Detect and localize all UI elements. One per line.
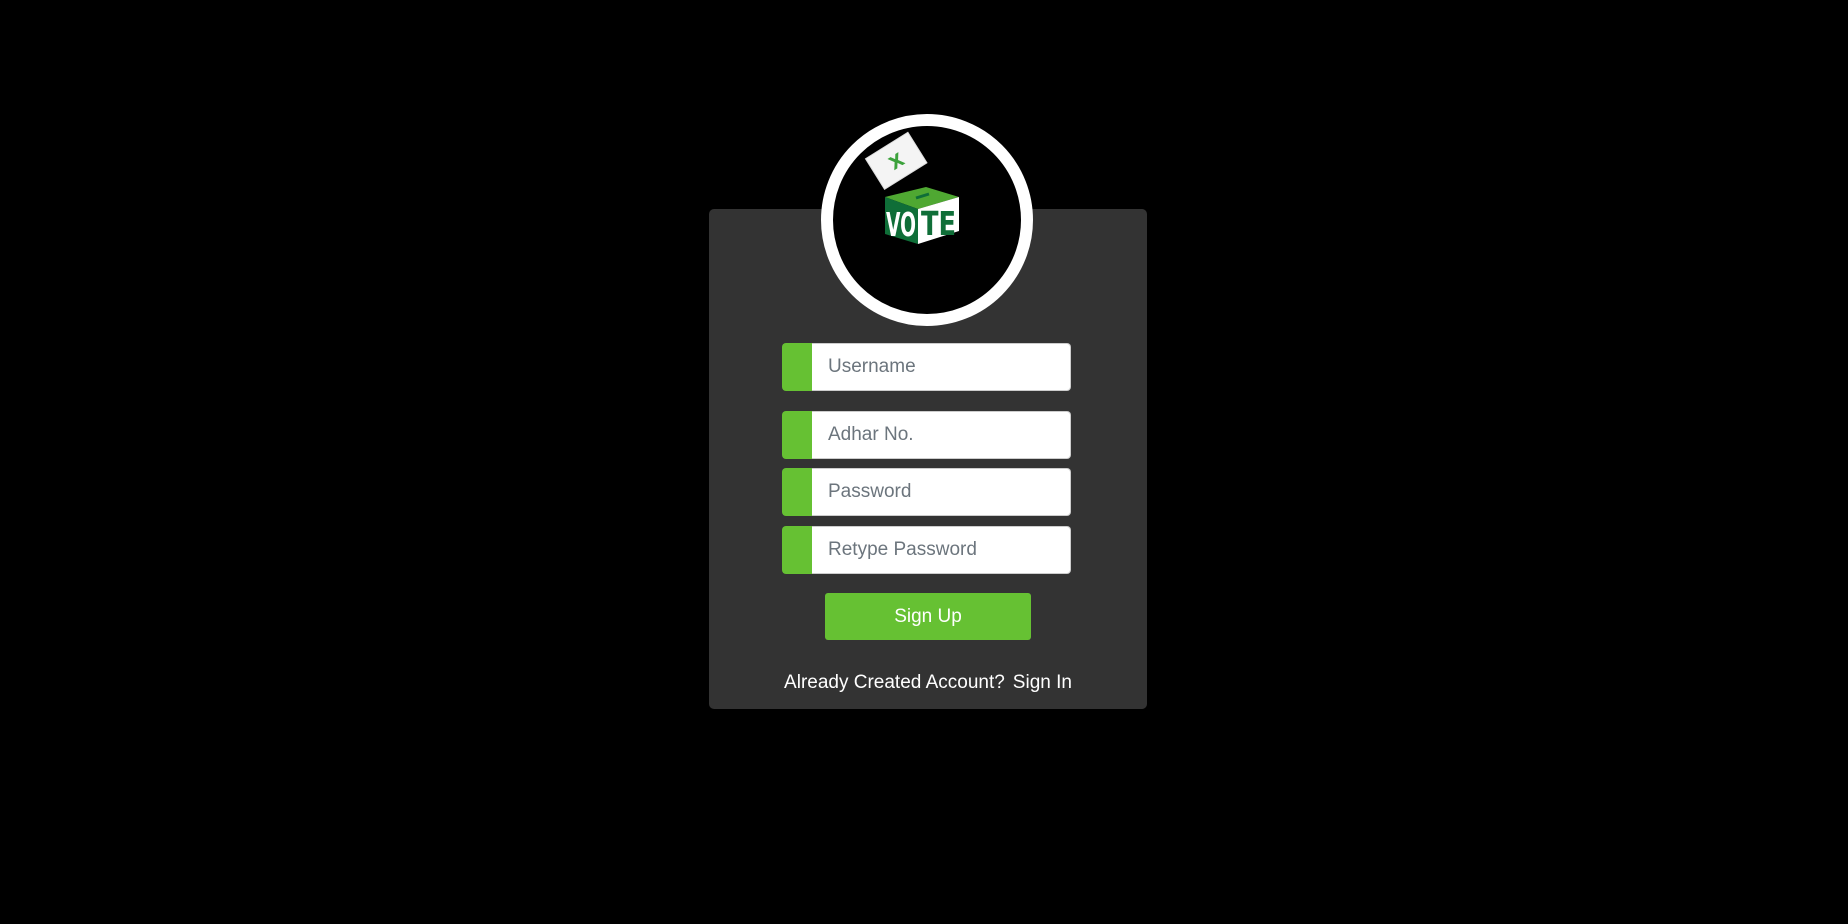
ballot-box-icon: X VO TE <box>864 131 959 244</box>
password-accent <box>782 468 812 516</box>
retype-password-accent <box>782 526 812 574</box>
sign-in-link[interactable]: Sign In <box>1013 672 1072 693</box>
retype-password-field <box>782 526 1071 574</box>
adhar-field <box>782 411 1071 459</box>
retype-password-input[interactable] <box>812 526 1071 574</box>
signup-page: X VO TE Sign Up Already Created Accoun <box>0 0 1848 924</box>
sign-up-button[interactable]: Sign Up <box>825 593 1031 640</box>
box-letters-right: TE <box>921 204 956 243</box>
vote-logo: X VO TE <box>821 114 1033 326</box>
password-input[interactable] <box>812 468 1071 516</box>
username-accent <box>782 343 812 391</box>
adhar-input[interactable] <box>812 411 1071 459</box>
adhar-accent <box>782 411 812 459</box>
password-field <box>782 468 1071 516</box>
signin-prompt-text: Already Created Account? <box>784 672 1005 693</box>
username-field <box>782 343 1071 391</box>
signin-prompt: Already Created Account? Sign In <box>709 672 1147 694</box>
box-letters-left: VO <box>886 205 916 244</box>
username-input[interactable] <box>812 343 1071 391</box>
